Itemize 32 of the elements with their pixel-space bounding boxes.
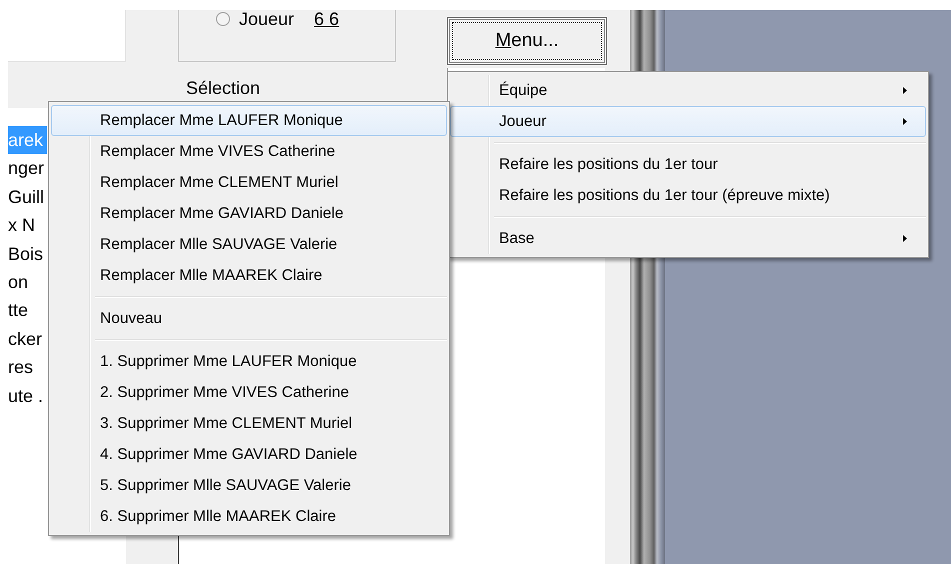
- menu-item[interactable]: 4. Supprimer Mme GAVIARD Daniele: [51, 439, 447, 470]
- list-item[interactable]: x N: [8, 211, 47, 240]
- menu-item[interactable]: Refaire les positions du 1er tour: [450, 149, 926, 180]
- menu-item[interactable]: Remplacer Mme VIVES Catherine: [51, 136, 447, 167]
- menu-button[interactable]: Menu...: [447, 17, 607, 65]
- menu-item[interactable]: 6. Supprimer Mlle MAAREK Claire: [51, 501, 447, 532]
- list-item[interactable]: on: [8, 268, 47, 296]
- list-item[interactable]: nger: [8, 154, 47, 183]
- selection-label: Sélection: [186, 78, 260, 98]
- menu-item[interactable]: Refaire les positions du 1er tour (épreuve mixte): [450, 180, 926, 211]
- radio-button[interactable]: [215, 11, 231, 27]
- menu-item[interactable]: 1. Supprimer Mme LAUFER Monique: [51, 346, 447, 377]
- list-item[interactable]: Guill: [8, 182, 47, 212]
- list-item[interactable]: cker: [8, 324, 47, 354]
- player-count: 6 6: [314, 10, 340, 29]
- menu-item[interactable]: 2. Supprimer Mme VIVES Catherine: [51, 377, 447, 408]
- menu-item[interactable]: Équipe: [450, 75, 926, 106]
- menu-item[interactable]: Remplacer Mme LAUFER Monique: [51, 105, 447, 136]
- menu-item[interactable]: Base: [450, 223, 926, 254]
- list-item[interactable]: ute .: [8, 382, 47, 410]
- list-item[interactable]: Bois: [8, 240, 47, 268]
- menu-item[interactable]: 5. Supprimer Mlle SAUVAGE Valerie: [51, 470, 447, 501]
- menu-item[interactable]: Nouveau: [51, 303, 447, 334]
- menu-item[interactable]: Remplacer Mme CLEMENT Muriel: [51, 167, 447, 198]
- list-item[interactable]: tte: [8, 296, 47, 325]
- menu-item[interactable]: Remplacer Mlle MAAREK Claire: [51, 260, 447, 291]
- menu-item[interactable]: Remplacer Mme GAVIARD Daniele: [51, 198, 447, 229]
- radio-label: Joueur: [239, 10, 294, 29]
- list-item[interactable]: res: [8, 353, 47, 382]
- menu-item[interactable]: Joueur: [450, 106, 926, 137]
- menu-item[interactable]: Remplacer Mlle SAUVAGE Valerie: [51, 229, 447, 260]
- menu-item[interactable]: 3. Supprimer Mme CLEMENT Muriel: [51, 408, 447, 439]
